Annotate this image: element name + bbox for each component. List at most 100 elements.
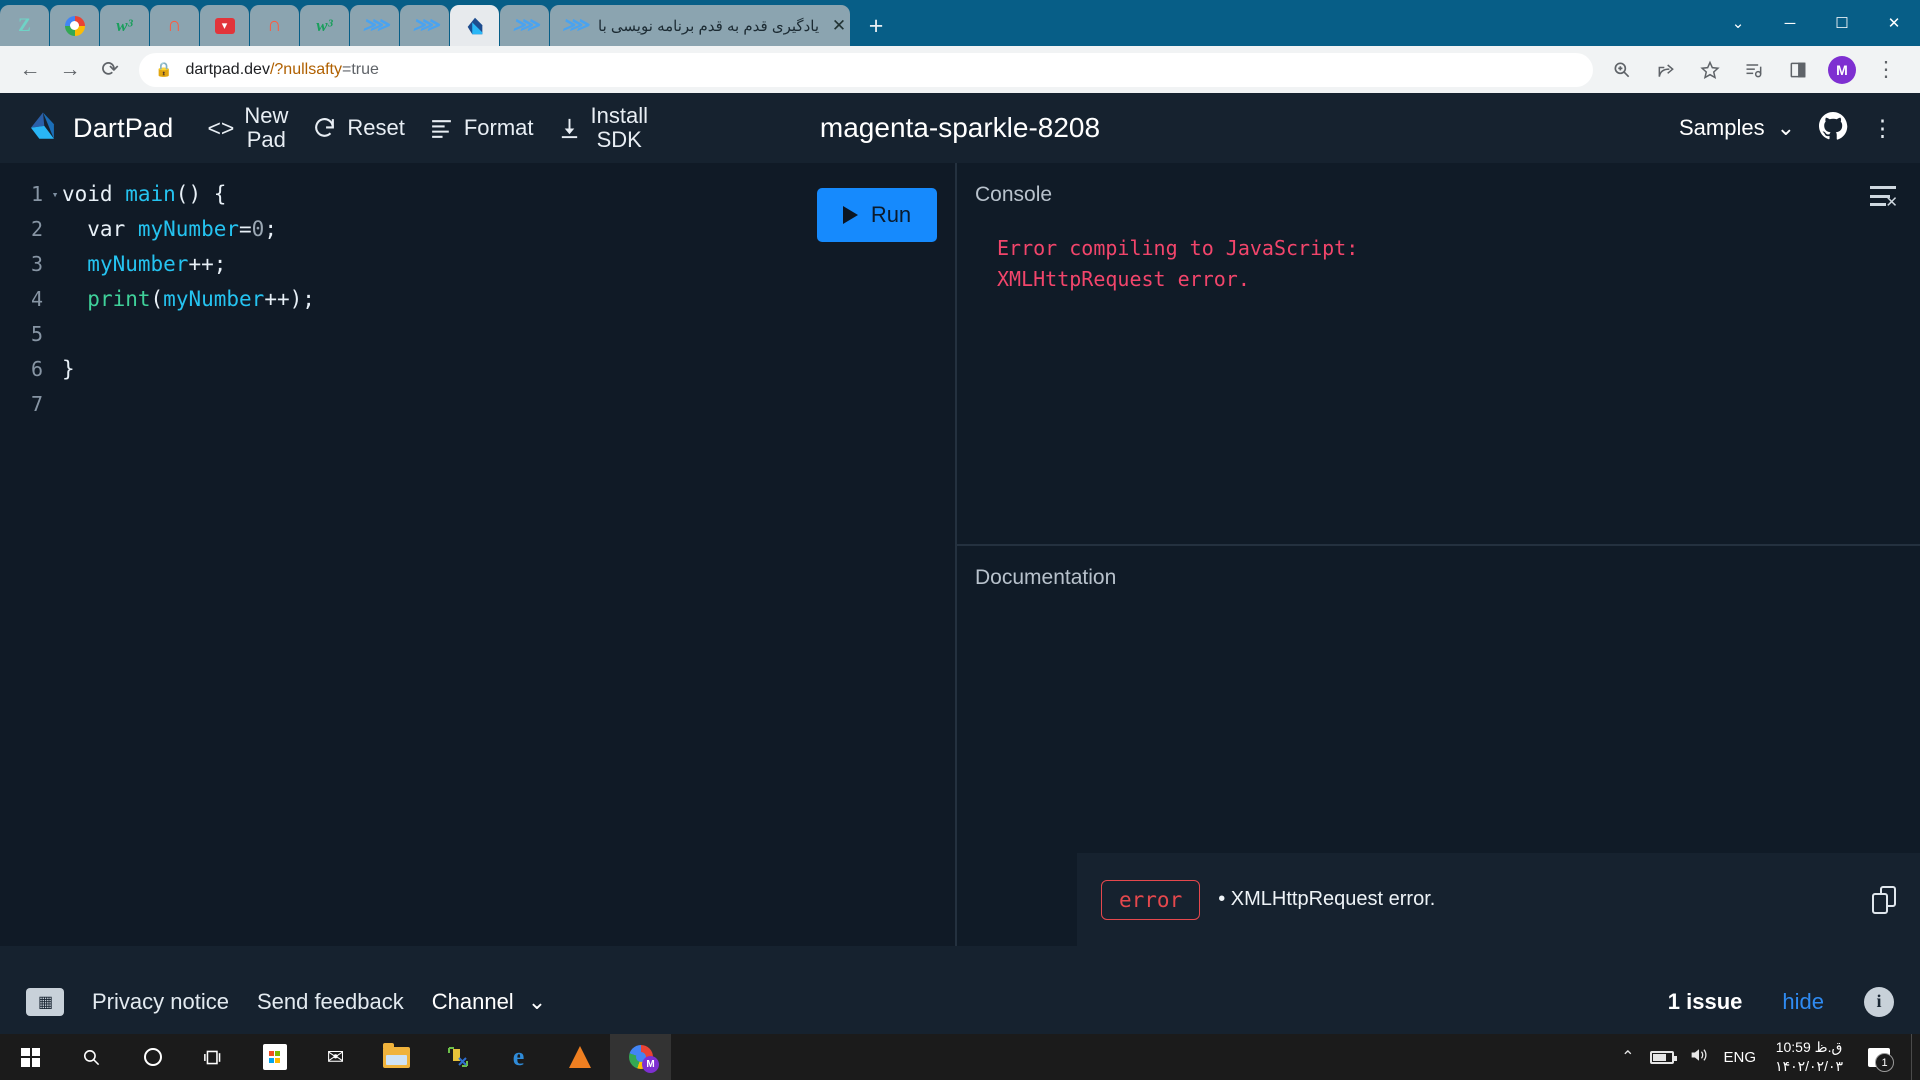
run-label: Run bbox=[870, 202, 912, 227]
chrome-icon[interactable]: M bbox=[610, 1034, 671, 1080]
close-icon[interactable]: ✕ bbox=[828, 15, 850, 37]
browser-tab-active-dartpad[interactable] bbox=[450, 5, 499, 46]
samples-dropdown[interactable]: Samples ⌄ bbox=[1679, 115, 1795, 141]
edge-icon[interactable]: e bbox=[488, 1034, 549, 1080]
lock-icon: 🔒 bbox=[155, 61, 173, 77]
fold-arrow-icon[interactable] bbox=[48, 352, 62, 387]
reading-list-icon[interactable] bbox=[1778, 50, 1818, 90]
battery-icon[interactable] bbox=[1649, 1050, 1677, 1064]
search-icon[interactable] bbox=[61, 1034, 122, 1080]
reset-button[interactable]: Reset bbox=[300, 112, 416, 145]
browser-tab[interactable]: ▾ bbox=[200, 5, 249, 46]
file-explorer-icon[interactable] bbox=[366, 1034, 427, 1080]
notification-icon[interactable]: 1 bbox=[1862, 1034, 1896, 1080]
hide-issues-link[interactable]: hide bbox=[1782, 989, 1824, 1015]
code-text: myNumber++; bbox=[87, 252, 227, 276]
minimize-button[interactable]: ─ bbox=[1764, 0, 1816, 46]
browser-tab[interactable]: Z bbox=[0, 5, 49, 46]
code-line[interactable]: 3 myNumber++; bbox=[0, 247, 955, 282]
line-number: 6 bbox=[30, 357, 43, 381]
reload-icon[interactable]: ⟳ bbox=[90, 50, 130, 90]
clock-date: ۱۴۰۲/۰۲/۰۳ bbox=[1775, 1058, 1843, 1074]
browser-tab[interactable]: ⋙ bbox=[400, 5, 449, 46]
show-desktop-button[interactable] bbox=[1911, 1034, 1916, 1080]
brand[interactable]: DartPad bbox=[26, 109, 173, 148]
fold-arrow-icon[interactable] bbox=[48, 247, 62, 282]
star-icon[interactable] bbox=[1690, 50, 1730, 90]
fold-arrow-icon[interactable]: ▾ bbox=[48, 177, 62, 212]
browser-tab[interactable] bbox=[50, 5, 99, 46]
browser-toolbar: ← → ⟳ 🔒 dartpad.dev/?nullsafty=true M ⋮ bbox=[0, 46, 1920, 93]
close-window-button[interactable]: ✕ bbox=[1868, 0, 1920, 46]
clock[interactable]: ق.ظ 10:59 ۱۴۰۲/۰۲/۰۳ bbox=[1771, 1038, 1847, 1076]
code-line[interactable]: 1 ▾ void main() { bbox=[0, 177, 955, 212]
privacy-notice-link[interactable]: Privacy notice bbox=[92, 989, 229, 1015]
send-feedback-link[interactable]: Send feedback bbox=[257, 989, 404, 1015]
fold-arrow-icon[interactable] bbox=[48, 317, 62, 352]
code-line[interactable]: 2 var myNumber=0; bbox=[0, 212, 955, 247]
browser-tab[interactable]: w³ bbox=[300, 5, 349, 46]
code-lines[interactable]: 1 ▾ void main() {2 var myNumber=0; 3 myNumb… bbox=[0, 163, 955, 422]
info-icon[interactable]: i bbox=[1864, 986, 1894, 1017]
snip-tool-icon[interactable] bbox=[427, 1034, 488, 1080]
footer-right: 1 issue hide i bbox=[1667, 986, 1894, 1017]
chevron-down-icon[interactable]: ⌄ bbox=[1712, 0, 1764, 46]
fold-arrow-icon[interactable] bbox=[48, 212, 62, 247]
channel-dropdown[interactable]: Channel ⌄ bbox=[432, 989, 546, 1015]
mail-icon[interactable]: ✉ bbox=[305, 1034, 366, 1080]
install-sdk-button[interactable]: Install SDK bbox=[546, 100, 660, 156]
new-tab-button[interactable]: + bbox=[859, 9, 893, 43]
keyboard-icon[interactable]: ▦ bbox=[26, 987, 64, 1016]
browser-tab[interactable]: w³ bbox=[100, 5, 149, 46]
media-playlist-icon[interactable] bbox=[1734, 50, 1774, 90]
code-line[interactable]: 7 bbox=[0, 387, 955, 422]
issue-count: 1 issue bbox=[1667, 988, 1743, 1014]
code-line[interactable]: 6} bbox=[0, 352, 955, 387]
browser-tab[interactable]: ∩ bbox=[250, 5, 299, 46]
status-badge: error bbox=[1101, 879, 1201, 920]
address-bar[interactable]: 🔒 dartpad.dev/?nullsafty=true bbox=[139, 52, 1593, 87]
google-icon bbox=[63, 14, 87, 38]
browser-tab[interactable]: ⋙ bbox=[500, 5, 549, 46]
share-icon[interactable] bbox=[1646, 50, 1686, 90]
maximize-button[interactable]: ☐ bbox=[1816, 0, 1868, 46]
volume-icon[interactable] bbox=[1689, 1046, 1709, 1069]
zoom-icon[interactable] bbox=[1602, 50, 1642, 90]
new-pad-button[interactable]: <> New Pad bbox=[195, 100, 300, 156]
more-menu-icon[interactable]: ⋮ bbox=[1871, 115, 1894, 142]
copy-icon[interactable] bbox=[1872, 885, 1896, 914]
code-text: var myNumber=0; bbox=[62, 217, 277, 241]
browser-tab[interactable]: ⋙ bbox=[350, 5, 399, 46]
language-indicator[interactable]: ENG bbox=[1724, 1049, 1757, 1066]
browser-tab-persian[interactable]: ⋙ یادگیری قدم به قدم برنامه نویسی با ✕ bbox=[550, 5, 850, 46]
task-view-icon[interactable] bbox=[183, 1034, 244, 1080]
line-number: 5 bbox=[30, 322, 43, 346]
download-icon bbox=[558, 117, 581, 140]
format-button[interactable]: Format bbox=[417, 112, 546, 145]
github-icon[interactable] bbox=[1817, 110, 1849, 147]
browser-menu-icon[interactable]: ⋮ bbox=[1866, 50, 1906, 90]
code-editor[interactable]: 1 ▾ void main() {2 var myNumber=0; 3 myNumb… bbox=[0, 163, 957, 946]
right-column: Console ✕ Error compiling to JavaScript:… bbox=[957, 163, 1920, 946]
fold-arrow-icon[interactable] bbox=[48, 282, 62, 317]
back-icon[interactable]: ← bbox=[10, 50, 50, 90]
avatar[interactable]: M bbox=[1828, 55, 1856, 84]
samples-label: Samples bbox=[1678, 115, 1765, 140]
windows-start-icon[interactable] bbox=[0, 1034, 61, 1080]
fold-arrow-icon[interactable] bbox=[48, 387, 62, 422]
forward-icon[interactable]: → bbox=[50, 50, 90, 90]
code-line[interactable]: 4 print(myNumber++); bbox=[0, 282, 955, 317]
code-line[interactable]: 5 bbox=[0, 317, 955, 352]
issue-row[interactable]: error • XMLHttpRequest error. bbox=[1077, 853, 1920, 946]
vlc-icon[interactable] bbox=[549, 1034, 610, 1080]
tray-chevron-up-icon[interactable]: ⌃ bbox=[1621, 1047, 1634, 1067]
browser-tab[interactable]: ∩ bbox=[150, 5, 199, 46]
microsoft-store-icon[interactable] bbox=[244, 1034, 305, 1080]
flutter-icon: ⋙ bbox=[561, 15, 589, 36]
run-button[interactable]: Run bbox=[817, 188, 937, 242]
play-icon bbox=[842, 206, 858, 224]
cortana-icon[interactable] bbox=[122, 1034, 183, 1080]
omnibox-actions: M ⋮ bbox=[1602, 50, 1910, 90]
